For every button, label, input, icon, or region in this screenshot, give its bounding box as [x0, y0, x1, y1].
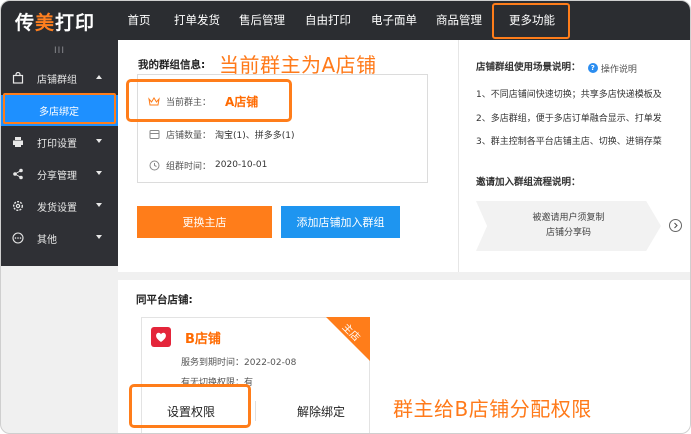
logo: 传 美 打印: [15, 8, 95, 34]
clock-icon: [148, 159, 160, 171]
expire-row: 服务到期时间：2022-02-08: [181, 355, 296, 368]
group-time-value: 2020-10-01: [215, 160, 268, 170]
change-main-store-button[interactable]: 更换主店: [137, 206, 272, 238]
flow-step-line-2: 店铺分享码: [545, 228, 591, 238]
same-platform-title: 同平台店铺:: [136, 294, 193, 306]
usage-title: 店铺群组使用场景说明：: [476, 62, 581, 73]
expire-value: 2022-02-08: [244, 358, 297, 368]
nav-home[interactable]: 首页: [117, 1, 161, 40]
store-count-label: 店铺数量：: [166, 130, 212, 141]
top-navbar: 传 美 打印 首页 打单发货 售后管理 自由打印 电子面单 商品管理 更多功能: [1, 1, 690, 40]
add-store-to-group-button[interactable]: 添加店铺加入群组: [281, 206, 400, 238]
more-icon: [11, 231, 25, 245]
sidebar-item-label: 发货设置: [37, 202, 77, 214]
highlight-multi-store: [3, 93, 116, 124]
question-icon: ?: [587, 63, 598, 73]
gear-icon: [11, 199, 25, 213]
usage-title-row: 店铺群组使用场景说明： ? 操作说明: [476, 59, 637, 75]
sidebar-item-label: 分享管理: [37, 170, 77, 182]
share-icon: [11, 167, 25, 181]
store-count-value: 淘宝(1)、拼多多(1): [215, 130, 295, 141]
chevron-down-icon: [96, 139, 102, 143]
chevron-down-icon: [96, 171, 102, 175]
highlight-owner: [126, 79, 292, 122]
sidebar-collapse-handle[interactable]: III: [1, 40, 118, 62]
nav-order-ship[interactable]: 打单发货: [167, 1, 227, 40]
highlight-set-permission: [129, 384, 251, 428]
sidebar-item-print-settings[interactable]: 打印设置: [1, 126, 118, 158]
sidebar-item-label: 打印设置: [37, 138, 77, 150]
chevron-down-icon: [96, 203, 102, 207]
chevron-up-icon: [96, 75, 102, 79]
action-divider: [255, 401, 256, 421]
help-link[interactable]: ? 操作说明: [587, 62, 637, 75]
sidebar-item-other[interactable]: 其他: [1, 222, 118, 254]
group-time-label: 组群时间：: [166, 161, 212, 172]
nav-aftersale[interactable]: 售后管理: [232, 1, 292, 40]
group-info-title: 我的群组信息:: [138, 59, 206, 71]
help-label: 操作说明: [600, 64, 637, 75]
nav-e-waybill[interactable]: 电子面单: [364, 1, 424, 40]
store-icon: [148, 128, 160, 140]
logo-text-2: 美: [35, 11, 56, 34]
permission-annotation: 群主给B店铺分配权限: [393, 397, 592, 421]
pinduoduo-logo-icon: [151, 327, 171, 347]
next-arrow-icon[interactable]: [669, 219, 682, 232]
sidebar-item-label: 其他: [37, 234, 57, 246]
store-count-row: 店铺数量： 淘宝(1)、拼多多(1): [148, 125, 295, 143]
sidebar: III 店铺群组 多店绑定 打印设置 分享管理 发货设置 其他: [1, 40, 118, 266]
bag-icon: [11, 71, 25, 85]
group-time-row: 组群时间： 2020-10-01: [148, 156, 267, 174]
expire-label: 服务到期时间：: [181, 358, 245, 368]
app-window: 传 美 打印 首页 打单发货 售后管理 自由打印 电子面单 商品管理 更多功能 …: [0, 0, 691, 434]
sidebar-item-ship-settings[interactable]: 发货设置: [1, 190, 118, 222]
chevron-down-icon: [96, 235, 102, 239]
unbind-button[interactable]: 解除绑定: [273, 400, 369, 422]
usage-line-1: 1、不同店铺间快速切换；共享多店快递模板及: [476, 90, 662, 100]
flow-title: 邀请加入群组流程说明：: [476, 177, 581, 188]
sidebar-item-store-group[interactable]: 店铺群组: [1, 62, 118, 94]
sidebar-item-share-manage[interactable]: 分享管理: [1, 158, 118, 190]
logo-text-3: 打印: [55, 11, 96, 34]
store-name: B店铺: [185, 332, 221, 347]
nav-free-print[interactable]: 自由打印: [298, 1, 358, 40]
usage-line-2: 2、多店群组，便于多店订单融合显示、打单发: [476, 114, 662, 124]
flow-step-line-1: 被邀请用户须复制: [532, 213, 605, 223]
highlight-more-features: [492, 3, 570, 39]
nav-products[interactable]: 商品管理: [429, 1, 489, 40]
printer-icon: [11, 135, 25, 149]
flow-step: 被邀请用户须复制 店铺分享码: [476, 201, 661, 251]
sidebar-item-label: 店铺群组: [37, 74, 77, 86]
usage-line-3: 3、群主控制各平台店铺主店、切换、进销存菜: [476, 137, 662, 147]
logo-text-1: 传: [15, 11, 36, 34]
panel-divider: [458, 40, 459, 272]
